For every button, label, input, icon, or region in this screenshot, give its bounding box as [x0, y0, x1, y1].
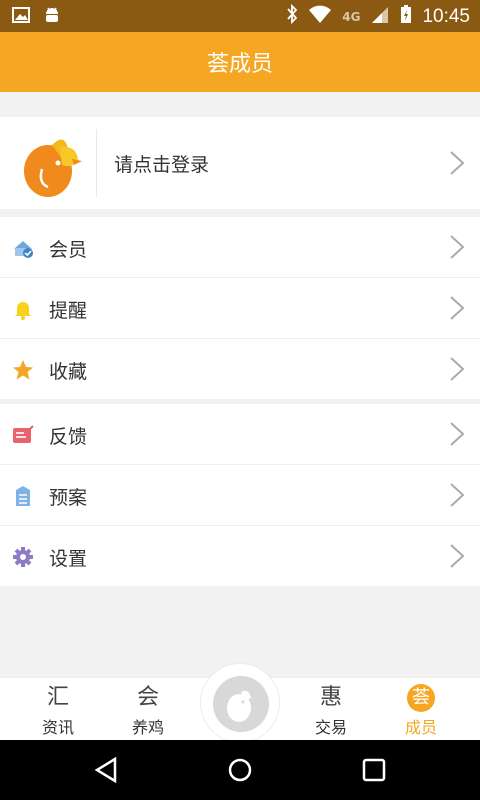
- raising-icon: 会: [136, 685, 159, 710]
- document-icon: [16, 486, 30, 506]
- gear-icon: [13, 547, 33, 567]
- login-row[interactable]: 请点击登录: [0, 117, 480, 209]
- menu-item-label: 反馈: [49, 426, 88, 448]
- tab-label: 成员: [404, 718, 437, 737]
- menu-item-settings[interactable]: 设置: [0, 525, 480, 586]
- center-home-button[interactable]: [200, 663, 280, 743]
- chevron-right-icon: [450, 483, 465, 507]
- chick-logo-icon: [213, 676, 269, 732]
- android-icon: [44, 6, 60, 28]
- wifi-icon: [308, 4, 332, 29]
- home-icon[interactable]: [226, 756, 254, 784]
- menu-item-label: 提醒: [49, 300, 88, 322]
- battery-icon: [400, 4, 412, 29]
- members-icon: 荟: [407, 684, 435, 712]
- tab-raising[interactable]: 会 养鸡: [108, 682, 188, 738]
- chevron-right-icon: [450, 422, 465, 446]
- menu-group-account: 会员 提醒 收藏: [0, 217, 480, 399]
- signal-icon: [370, 4, 390, 29]
- news-icon: 汇: [46, 685, 69, 710]
- menu-item-label: 会员: [49, 239, 88, 261]
- menu-item-label: 设置: [49, 548, 88, 570]
- tab-members[interactable]: 荟 成员: [381, 682, 461, 738]
- tab-label: 资讯: [41, 718, 74, 737]
- chevron-right-icon: [450, 357, 465, 381]
- tab-label: 养鸡: [131, 718, 164, 737]
- network-type: 4G: [342, 9, 361, 24]
- star-icon: [13, 360, 33, 380]
- feedback-icon: [13, 425, 34, 443]
- menu-item-label: 预案: [49, 487, 88, 509]
- login-prompt: 请点击登录: [114, 154, 210, 176]
- menu-item-favorites[interactable]: 收藏: [0, 338, 480, 399]
- member-icon: [14, 241, 33, 258]
- trade-icon: 惠: [319, 685, 342, 710]
- status-bar: 4G 10:45: [0, 0, 480, 32]
- page-title: 荟成员: [206, 52, 273, 77]
- menu-group-support: 反馈 预案 设置: [0, 404, 480, 586]
- recents-icon[interactable]: [360, 756, 388, 784]
- profile-divider: [96, 129, 97, 197]
- clock: 10:45: [422, 5, 470, 27]
- bluetooth-icon: [286, 3, 298, 29]
- tab-label: 交易: [314, 718, 347, 737]
- bell-icon: [15, 302, 31, 320]
- image-icon: [12, 7, 30, 27]
- system-navigation-bar: [0, 740, 480, 800]
- menu-item-member[interactable]: 会员: [0, 217, 480, 277]
- chevron-right-icon: [450, 296, 465, 320]
- tab-news[interactable]: 汇 资讯: [18, 682, 98, 738]
- chick-avatar-icon: [22, 129, 84, 201]
- back-icon[interactable]: [93, 756, 121, 784]
- menu-item-plan[interactable]: 预案: [0, 464, 480, 525]
- app-header: 荟成员: [0, 32, 480, 92]
- tab-trade[interactable]: 惠 交易: [291, 682, 371, 738]
- menu-item-reminder[interactable]: 提醒: [0, 277, 480, 338]
- menu-item-feedback[interactable]: 反馈: [0, 404, 480, 464]
- chevron-right-icon: [450, 151, 465, 175]
- chevron-right-icon: [450, 235, 465, 259]
- chevron-right-icon: [450, 544, 465, 568]
- menu-item-label: 收藏: [49, 361, 88, 383]
